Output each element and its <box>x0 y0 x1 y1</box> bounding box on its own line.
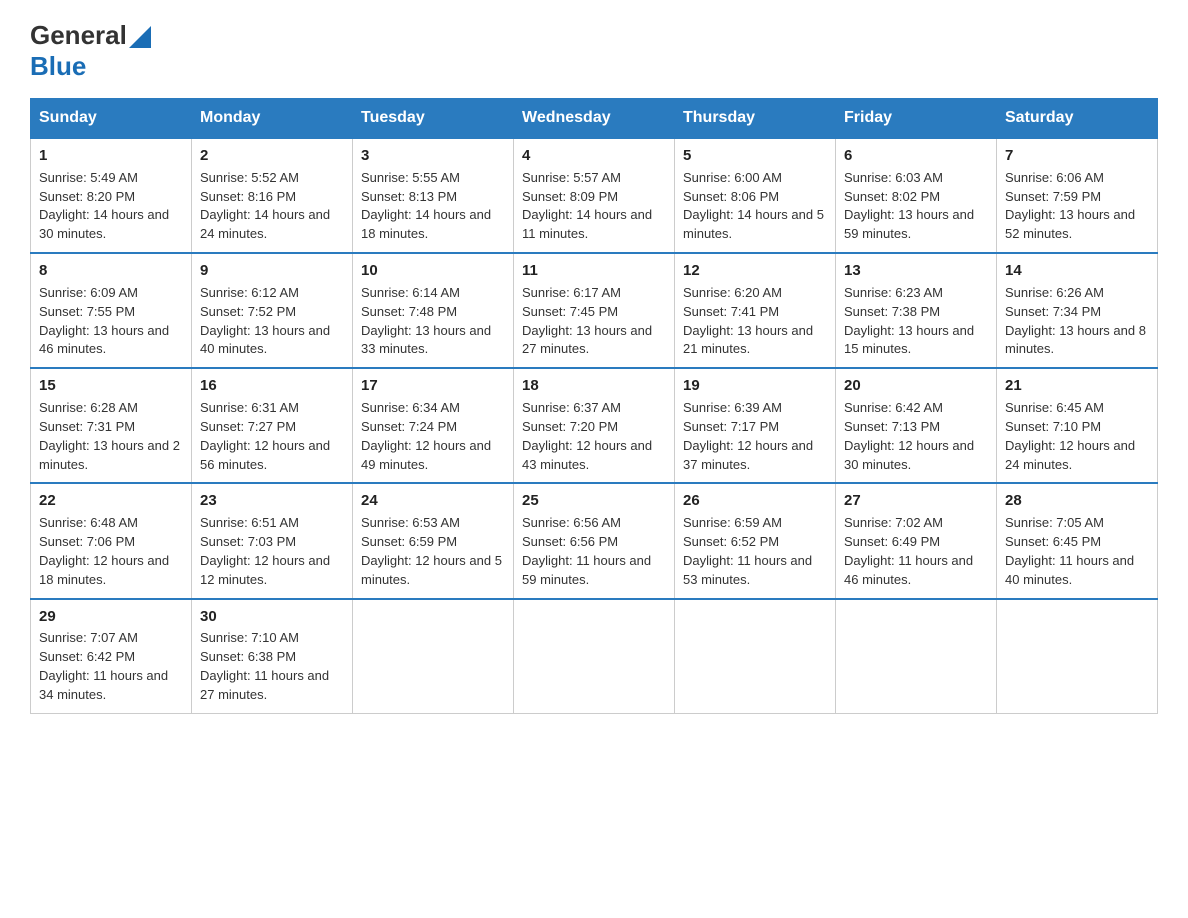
logo-triangle-icon <box>129 26 151 48</box>
day-number: 16 <box>200 375 344 397</box>
day-number: 5 <box>683 145 827 167</box>
calendar-cell: 5Sunrise: 6:00 AMSunset: 8:06 PMDaylight… <box>675 138 836 253</box>
day-number: 10 <box>361 260 505 282</box>
calendar-cell: 16Sunrise: 6:31 AMSunset: 7:27 PMDayligh… <box>192 368 353 483</box>
calendar-cell: 3Sunrise: 5:55 AMSunset: 8:13 PMDaylight… <box>353 138 514 253</box>
day-number: 8 <box>39 260 183 282</box>
day-number: 23 <box>200 490 344 512</box>
calendar-cell: 20Sunrise: 6:42 AMSunset: 7:13 PMDayligh… <box>836 368 997 483</box>
page-header: General Blue <box>30 20 1158 82</box>
day-number: 11 <box>522 260 666 282</box>
calendar-cell: 11Sunrise: 6:17 AMSunset: 7:45 PMDayligh… <box>514 253 675 368</box>
calendar-cell: 6Sunrise: 6:03 AMSunset: 8:02 PMDaylight… <box>836 138 997 253</box>
day-number: 29 <box>39 606 183 628</box>
day-number: 7 <box>1005 145 1149 167</box>
calendar-cell: 1Sunrise: 5:49 AMSunset: 8:20 PMDaylight… <box>31 138 192 253</box>
day-number: 19 <box>683 375 827 397</box>
day-number: 4 <box>522 145 666 167</box>
calendar-cell: 28Sunrise: 7:05 AMSunset: 6:45 PMDayligh… <box>997 483 1158 598</box>
header-sunday: Sunday <box>31 99 192 139</box>
day-number: 17 <box>361 375 505 397</box>
calendar-cell: 24Sunrise: 6:53 AMSunset: 6:59 PMDayligh… <box>353 483 514 598</box>
calendar-cell: 15Sunrise: 6:28 AMSunset: 7:31 PMDayligh… <box>31 368 192 483</box>
day-number: 30 <box>200 606 344 628</box>
day-number: 13 <box>844 260 988 282</box>
day-number: 3 <box>361 145 505 167</box>
calendar-cell: 25Sunrise: 6:56 AMSunset: 6:56 PMDayligh… <box>514 483 675 598</box>
logo: General Blue <box>30 20 151 82</box>
calendar-week-4: 22Sunrise: 6:48 AMSunset: 7:06 PMDayligh… <box>31 483 1158 598</box>
calendar-cell: 13Sunrise: 6:23 AMSunset: 7:38 PMDayligh… <box>836 253 997 368</box>
header-tuesday: Tuesday <box>353 99 514 139</box>
calendar-week-3: 15Sunrise: 6:28 AMSunset: 7:31 PMDayligh… <box>31 368 1158 483</box>
day-number: 12 <box>683 260 827 282</box>
calendar-cell: 23Sunrise: 6:51 AMSunset: 7:03 PMDayligh… <box>192 483 353 598</box>
calendar-cell: 14Sunrise: 6:26 AMSunset: 7:34 PMDayligh… <box>997 253 1158 368</box>
day-number: 6 <box>844 145 988 167</box>
calendar-cell: 22Sunrise: 6:48 AMSunset: 7:06 PMDayligh… <box>31 483 192 598</box>
day-number: 20 <box>844 375 988 397</box>
calendar-cell: 30Sunrise: 7:10 AMSunset: 6:38 PMDayligh… <box>192 599 353 714</box>
calendar-cell: 17Sunrise: 6:34 AMSunset: 7:24 PMDayligh… <box>353 368 514 483</box>
header-friday: Friday <box>836 99 997 139</box>
weekday-header-row: Sunday Monday Tuesday Wednesday Thursday… <box>31 99 1158 139</box>
day-number: 9 <box>200 260 344 282</box>
day-number: 21 <box>1005 375 1149 397</box>
day-number: 28 <box>1005 490 1149 512</box>
logo-general: General <box>30 20 127 51</box>
calendar-table: Sunday Monday Tuesday Wednesday Thursday… <box>30 98 1158 714</box>
calendar-cell <box>514 599 675 714</box>
calendar-cell: 8Sunrise: 6:09 AMSunset: 7:55 PMDaylight… <box>31 253 192 368</box>
calendar-cell: 10Sunrise: 6:14 AMSunset: 7:48 PMDayligh… <box>353 253 514 368</box>
header-saturday: Saturday <box>997 99 1158 139</box>
day-number: 25 <box>522 490 666 512</box>
day-number: 27 <box>844 490 988 512</box>
calendar-cell: 7Sunrise: 6:06 AMSunset: 7:59 PMDaylight… <box>997 138 1158 253</box>
logo-blue: Blue <box>30 51 86 82</box>
calendar-cell <box>675 599 836 714</box>
header-monday: Monday <box>192 99 353 139</box>
day-number: 18 <box>522 375 666 397</box>
day-number: 2 <box>200 145 344 167</box>
calendar-week-1: 1Sunrise: 5:49 AMSunset: 8:20 PMDaylight… <box>31 138 1158 253</box>
day-number: 1 <box>39 145 183 167</box>
calendar-cell <box>353 599 514 714</box>
header-wednesday: Wednesday <box>514 99 675 139</box>
calendar-cell: 19Sunrise: 6:39 AMSunset: 7:17 PMDayligh… <box>675 368 836 483</box>
calendar-cell <box>836 599 997 714</box>
calendar-cell: 9Sunrise: 6:12 AMSunset: 7:52 PMDaylight… <box>192 253 353 368</box>
calendar-cell: 29Sunrise: 7:07 AMSunset: 6:42 PMDayligh… <box>31 599 192 714</box>
day-number: 22 <box>39 490 183 512</box>
header-thursday: Thursday <box>675 99 836 139</box>
day-number: 15 <box>39 375 183 397</box>
calendar-cell: 4Sunrise: 5:57 AMSunset: 8:09 PMDaylight… <box>514 138 675 253</box>
calendar-cell: 12Sunrise: 6:20 AMSunset: 7:41 PMDayligh… <box>675 253 836 368</box>
day-number: 26 <box>683 490 827 512</box>
day-number: 14 <box>1005 260 1149 282</box>
calendar-week-5: 29Sunrise: 7:07 AMSunset: 6:42 PMDayligh… <box>31 599 1158 714</box>
calendar-cell <box>997 599 1158 714</box>
calendar-cell: 2Sunrise: 5:52 AMSunset: 8:16 PMDaylight… <box>192 138 353 253</box>
calendar-cell: 27Sunrise: 7:02 AMSunset: 6:49 PMDayligh… <box>836 483 997 598</box>
calendar-cell: 18Sunrise: 6:37 AMSunset: 7:20 PMDayligh… <box>514 368 675 483</box>
calendar-week-2: 8Sunrise: 6:09 AMSunset: 7:55 PMDaylight… <box>31 253 1158 368</box>
calendar-cell: 26Sunrise: 6:59 AMSunset: 6:52 PMDayligh… <box>675 483 836 598</box>
calendar-cell: 21Sunrise: 6:45 AMSunset: 7:10 PMDayligh… <box>997 368 1158 483</box>
day-number: 24 <box>361 490 505 512</box>
